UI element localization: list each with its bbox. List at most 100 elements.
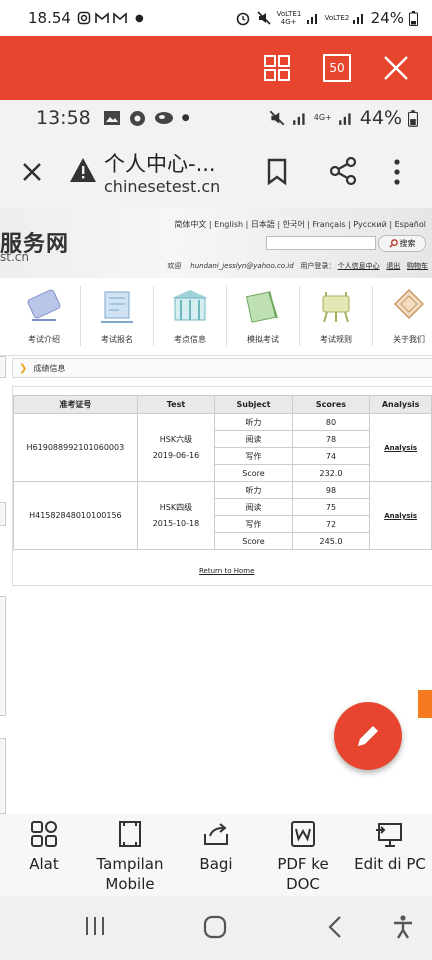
site-logo-sub: st.cn: [0, 250, 29, 264]
search-button[interactable]: 搜索: [378, 235, 426, 252]
battery-percent: 24%: [370, 9, 404, 27]
battery-icon: [408, 109, 418, 127]
tool-share[interactable]: Bagi: [193, 820, 239, 874]
inner-network: 4G+: [313, 113, 332, 122]
home-icon[interactable]: [202, 914, 228, 940]
personal-center-link[interactable]: 个人信息中心: [338, 262, 380, 270]
language-links[interactable]: 简体中文 | English | 日本語 | 한국어 | Français | …: [174, 219, 426, 230]
registration-icon: [101, 291, 133, 323]
edit-fab-button[interactable]: [334, 702, 402, 770]
network-label-2: VoLTE2: [324, 14, 350, 22]
tool-pdf-to-doc[interactable]: PDF ke DOC: [260, 820, 346, 894]
gmail-icon: [95, 12, 109, 23]
analysis-link[interactable]: Analysis: [384, 444, 417, 452]
browser-toolbar: 个人中心-... chinesetest.cn: [0, 136, 432, 208]
nav-label: 考试介绍: [28, 335, 60, 344]
cart-link[interactable]: 购物车: [407, 262, 428, 270]
column-header: Analysis: [369, 395, 432, 414]
tool-edit-pc[interactable]: Edit di PC: [354, 820, 426, 874]
score-cell: 245.0: [291, 532, 371, 550]
chrome-icon: [129, 110, 145, 126]
nav-label: 考点信息: [174, 335, 206, 344]
signal-icon: [306, 14, 317, 24]
user-email: hundani_jesslyn@yahoo.co.id: [190, 262, 294, 270]
tool-label: Edit di PC: [354, 855, 426, 873]
grid-icon: [31, 821, 57, 847]
nav-item-exam-intro[interactable]: 考试介绍: [7, 278, 81, 354]
site-header: 服务网 st.cn 简体中文 | English | 日本語 | 한국어 | F…: [0, 208, 432, 278]
nav-item-test-centers[interactable]: 考点信息: [153, 278, 227, 354]
warning-icon[interactable]: [68, 156, 98, 184]
image-icon: [103, 111, 120, 125]
nav-label: 关于我们: [393, 335, 425, 344]
gmail-icon: [113, 12, 127, 23]
tool-label: PDF ke DOC: [277, 855, 329, 893]
analysis-link[interactable]: Analysis: [384, 512, 417, 520]
score-cell: 75: [291, 498, 371, 516]
column-header: Scores: [291, 395, 371, 414]
bottom-toolbar: Alat Tampilan Mobile Bagi PDF ke DOC Edi…: [0, 814, 432, 896]
score-panel: 准考证号 Test Subject Scores Analysis H61908…: [12, 386, 432, 586]
nav-item-exam-rules[interactable]: 考试规则: [299, 278, 373, 354]
close-button[interactable]: [378, 50, 414, 86]
status-time: 18.54: [28, 9, 71, 27]
back-icon[interactable]: [326, 914, 344, 940]
chinese-knot-icon: [393, 288, 425, 320]
test-date: 2019-06-16: [152, 450, 200, 460]
share-icon[interactable]: [328, 156, 358, 186]
score-info-header: ❯ 成绩信息: [12, 358, 432, 378]
column-header: 准考证号: [13, 395, 138, 414]
page-title: 个人中心-...: [104, 152, 216, 176]
score-cell: 72: [291, 515, 371, 533]
subject-cell: 听力: [214, 481, 293, 499]
side-strip: [0, 738, 6, 814]
score-cell: 98: [291, 481, 371, 499]
pencil-icon: [358, 726, 378, 746]
tab-count-button[interactable]: 50: [319, 50, 355, 86]
dot-icon: ●: [134, 12, 144, 24]
score-cell: 74: [291, 447, 371, 465]
bookmark-icon[interactable]: [264, 158, 290, 186]
signal-icon: [338, 113, 351, 125]
ticket-number: H619088992101060003: [13, 413, 138, 482]
nav-item-registration[interactable]: 考试报名: [80, 278, 154, 354]
test-cell: HSK六级 2019-06-16: [136, 413, 216, 482]
column-header: Test: [136, 395, 216, 414]
user-login-label: 用户登录：: [300, 262, 336, 270]
side-strip: [0, 356, 6, 378]
accessibility-icon[interactable]: [392, 914, 414, 940]
book-icon: [245, 291, 278, 323]
tool-mobile-view[interactable]: Tampilan Mobile: [90, 820, 170, 894]
side-strip: [0, 502, 6, 526]
status-right: VoLTE1 4G+ VoLTE2 24%: [235, 9, 418, 27]
tool-alat[interactable]: Alat: [22, 820, 66, 874]
score-cell: 80: [291, 413, 371, 431]
score-cell: 232.0: [291, 464, 371, 482]
subject-cell: 听力: [214, 413, 293, 431]
search-icon: [388, 239, 398, 248]
chat-icon: [154, 112, 173, 124]
instagram-icon: [77, 11, 91, 25]
score-cell: 78: [291, 430, 371, 448]
tool-label: Tampilan Mobile: [96, 855, 164, 893]
close-icon[interactable]: [16, 156, 48, 188]
nav-item-mock-exam[interactable]: 模拟考试: [226, 278, 300, 354]
subject-cell: 写作: [214, 515, 293, 533]
more-options-icon[interactable]: [392, 158, 402, 186]
user-line: 欢迎 hundani_jesslyn@yahoo.co.id 用户登录： 个人信…: [167, 261, 428, 271]
return-home-link[interactable]: Return to Home: [199, 567, 254, 575]
word-doc-icon: [291, 821, 315, 847]
site-nav: 考试介绍 考试报名 考点信息 模拟考试 考试规则 关于我们: [0, 278, 432, 356]
recent-apps-icon[interactable]: [84, 914, 106, 938]
ticket-number: H41582848010100156: [13, 481, 138, 550]
test-name: HSK六级: [159, 434, 193, 444]
nav-item-about-us[interactable]: 关于我们: [372, 278, 432, 354]
grid-view-button[interactable]: [259, 50, 295, 86]
subject-cell: 阅读: [214, 498, 293, 516]
logout-link[interactable]: 退出: [386, 262, 400, 270]
search-input[interactable]: [266, 236, 376, 250]
side-feedback-tab[interactable]: [418, 690, 432, 718]
system-nav-bar: [0, 896, 432, 960]
table-row: H41582848010100156 HSK四级 2015-10-18 听力 9…: [13, 481, 432, 550]
page-url[interactable]: chinesetest.cn: [104, 177, 220, 196]
